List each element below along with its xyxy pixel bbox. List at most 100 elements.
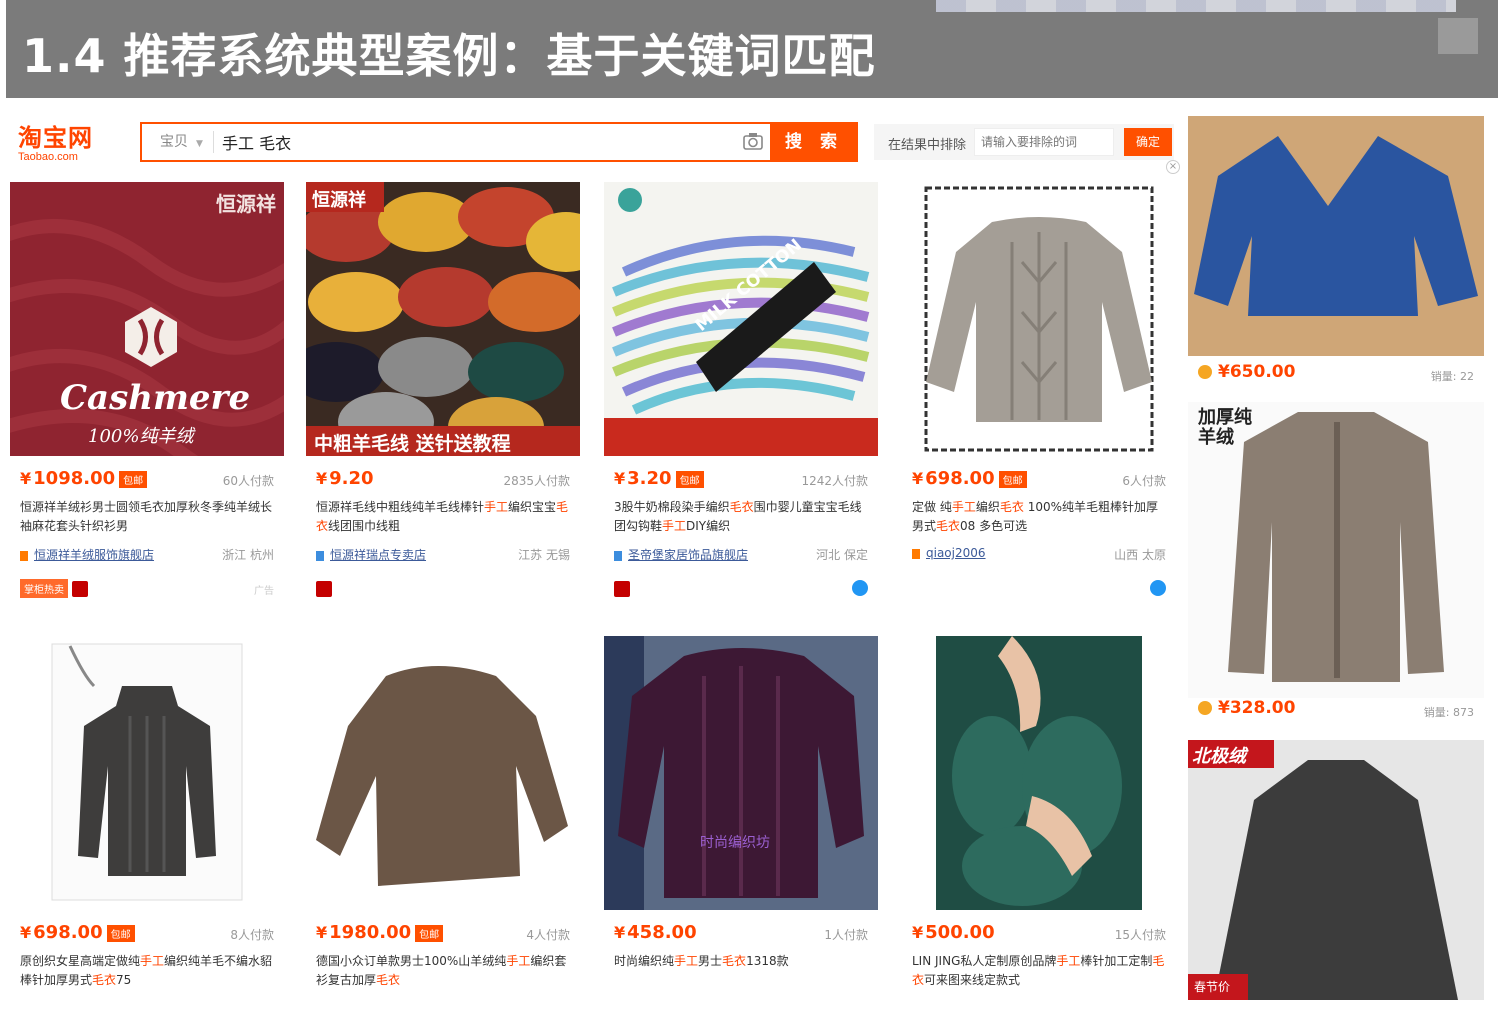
close-icon[interactable]: × [1166, 160, 1180, 174]
search-input[interactable] [222, 130, 742, 154]
slide-title: 1.4 推荐系统典型案例：基于关键词匹配 [22, 29, 876, 83]
product-price: ¥1098.00 包邮 [20, 468, 148, 489]
product-title[interactable]: 德国小众订单款男士100%山羊绒纯手工编织套衫复古加厚毛衣 [316, 952, 572, 990]
shop-name: qiaoj2006 [926, 546, 986, 560]
sold-count: 4人付款 [526, 928, 570, 942]
price-value: 458.00 [627, 922, 697, 943]
image-brand: 恒源祥 [216, 192, 276, 216]
title-text: 棒针加工定制 [1080, 954, 1153, 968]
exclude-input[interactable] [974, 128, 1114, 156]
product-card[interactable]: ¥698.00 包邮 6人付款 定做 纯手工编织毛衣 100%纯羊毛粗棒针加厚男式… [902, 182, 1176, 596]
decorative-strip [936, 0, 1456, 12]
product-card[interactable]: 恒源祥 中粗羊毛线 送针送教程 ¥9.20 2835人付款 恒源祥毛线中粗线纯羊… [306, 182, 580, 597]
sold-count: 15人付款 [1114, 928, 1166, 942]
product-card[interactable]: ¥698.00 包邮 8人付款 原创织女星高端定做纯手工编织纯羊毛不编水貂棒针加厚… [10, 636, 284, 987]
product-image[interactable]: 恒源祥 中粗羊毛线 送针送教程 [306, 182, 580, 456]
shop-link[interactable]: qiaoj2006 [912, 546, 986, 560]
keyword-highlight: 毛衣 [376, 973, 401, 987]
price-value: 698.00 [925, 468, 995, 489]
shop-link[interactable]: 恒源祥瑞点专卖店 [316, 546, 426, 563]
product-title[interactable]: 时尚编织纯手工男士毛衣1318款 [614, 952, 870, 971]
keyword-highlight: 毛衣 [729, 500, 754, 514]
scope-label: 宝贝 [160, 134, 188, 150]
shop-link[interactable]: 圣帝堡家居饰品旗舰店 [614, 546, 748, 563]
side-product-card[interactable]: ¥650.00 销量: 22 [1188, 116, 1484, 383]
shop-icon [316, 550, 324, 561]
product-image[interactable]: 北极绒 春节价 [1188, 740, 1484, 1000]
product-card[interactable]: 时尚编织坊 ¥458.00 1人付款 时尚编织纯手工男士毛衣1318款 [604, 636, 878, 968]
keyword-highlight: 手工 [484, 500, 509, 514]
keyword-highlight: 手工 [140, 954, 165, 968]
shop-link[interactable]: 恒源祥羊绒服饰旗舰店 [20, 546, 154, 563]
location: 山西 太原 [1114, 548, 1166, 562]
product-price: ¥328.00 [1198, 698, 1295, 718]
product-image[interactable] [1188, 116, 1484, 356]
title-text: 可来图来线定款式 [924, 973, 1021, 987]
logo-cn: 淘宝网 [18, 123, 93, 152]
product-title[interactable]: 恒源祥毛线中粗线纯羊毛线棒针手工编织宝宝毛衣线团围巾线粗 [316, 498, 572, 536]
tmall-icon[interactable] [316, 580, 332, 597]
title-text: 编织 [975, 500, 1000, 514]
title-text: LIN JING私人定制原创品牌 [912, 954, 1057, 968]
side-product-card[interactable]: 加厚纯羊绒 ¥328.00 销量: 873 [1188, 402, 1484, 719]
taobao-header: 淘宝网 Taobao.com 宝贝 ▼ 搜 索 在结果中排除 确定 [8, 110, 1178, 168]
product-image[interactable]: 恒源祥 Cashmere 100%纯羊绒 [10, 182, 284, 456]
chat-icon[interactable] [1150, 580, 1166, 596]
product-title[interactable]: 原创织女星高端定做纯手工编织纯羊毛不编水貂棒针加厚男式毛衣75 [20, 952, 276, 990]
tmall-icon[interactable] [72, 580, 88, 597]
sold-count: 2835人付款 [503, 474, 570, 488]
price-value: 1098.00 [33, 468, 116, 489]
location: 河北 保定 [816, 548, 868, 562]
image-brand: 北极绒 [1192, 746, 1246, 767]
corner-box [1438, 18, 1478, 54]
product-image[interactable]: 时尚编织坊 [604, 636, 878, 910]
search-scope-select[interactable]: 宝贝 ▼ [150, 131, 214, 153]
price-value: 698.00 [33, 922, 103, 943]
status-badge: 包邮 [998, 470, 1027, 488]
status-badge: 包邮 [119, 470, 148, 488]
chat-icon[interactable] [852, 580, 868, 596]
search-button[interactable]: 搜 索 [770, 122, 858, 162]
product-title[interactable]: 恒源祥羊绒衫男士圆领毛衣加厚秋冬季纯羊绒长袖麻花套头针织衫男 [20, 498, 276, 536]
product-card[interactable]: 恒源祥 Cashmere 100%纯羊绒 ¥1098.00 包邮 60人付款 恒源… [10, 182, 284, 598]
sales-count: 销量: 22 [1430, 370, 1474, 383]
title-text: 恒源祥毛线中粗线纯羊毛线棒针 [316, 500, 485, 514]
image-promo: 春节价 [1194, 980, 1231, 994]
taobao-logo[interactable]: 淘宝网 Taobao.com [18, 118, 118, 163]
location: 江苏 无锡 [518, 548, 570, 562]
product-price: ¥3.20 包邮 [614, 468, 704, 489]
keyword-highlight: 毛衣 [999, 500, 1024, 514]
product-image[interactable]: 加厚纯羊绒 [1188, 402, 1484, 698]
product-image[interactable] [306, 636, 580, 910]
sold-count: 8人付款 [230, 928, 274, 942]
sold-count: 1242人付款 [801, 474, 868, 488]
product-card[interactable]: ¥500.00 15人付款 LIN JING私人定制原创品牌手工棒针加工定制毛衣… [902, 636, 1176, 987]
keyword-highlight: 手工 [1056, 954, 1081, 968]
camera-icon[interactable] [742, 131, 764, 151]
product-title[interactable]: LIN JING私人定制原创品牌手工棒针加工定制毛衣可来图来线定款式 [912, 952, 1168, 990]
status-badge: 包邮 [415, 924, 444, 942]
exclude-confirm-button[interactable]: 确定 [1124, 128, 1172, 156]
product-image[interactable] [10, 636, 284, 910]
title-text: 线团围巾线粗 [328, 519, 401, 533]
price-value: 3.20 [627, 468, 672, 489]
image-subline: 100%纯羊绒 [88, 426, 194, 447]
keyword-highlight: 毛衣 [936, 519, 961, 533]
keyword-highlight: 手工 [662, 519, 687, 533]
product-card[interactable]: ¥1980.00 包邮 4人付款 德国小众订单款男士100%山羊绒纯手工编织套衫复… [306, 636, 580, 987]
product-image[interactable]: MILK COTTON [604, 182, 878, 456]
shopping-bag-icon [1198, 701, 1212, 715]
product-card[interactable]: MILK COTTON ¥3.20 包邮 1242人付款 3股牛奶棉段染手编织毛衣… [604, 182, 878, 597]
product-title[interactable]: 定做 纯手工编织毛衣 100%纯羊毛粗棒针加厚男式毛衣08 多色可选 [912, 498, 1168, 536]
exclude-label: 在结果中排除 [888, 138, 967, 153]
product-price: ¥1980.00 包邮 [316, 922, 444, 943]
title-text: 德国小众订单款男士100%山羊绒纯 [316, 954, 507, 968]
side-product-card[interactable]: 北极绒 春节价 [1188, 740, 1484, 1000]
tmall-icon[interactable] [614, 580, 630, 597]
service-icons [316, 578, 332, 598]
product-title[interactable]: 3股牛奶棉段染手编织毛衣围巾婴儿童宝宝毛线团勾钩鞋手工DIY编织 [614, 498, 870, 536]
shop-icon [614, 550, 622, 561]
product-image[interactable] [902, 636, 1176, 910]
product-image[interactable] [902, 182, 1176, 456]
title-text: 恒源祥羊绒衫男士圆领毛衣加厚秋冬季纯羊绒长袖麻花套头针织衫男 [20, 500, 273, 533]
